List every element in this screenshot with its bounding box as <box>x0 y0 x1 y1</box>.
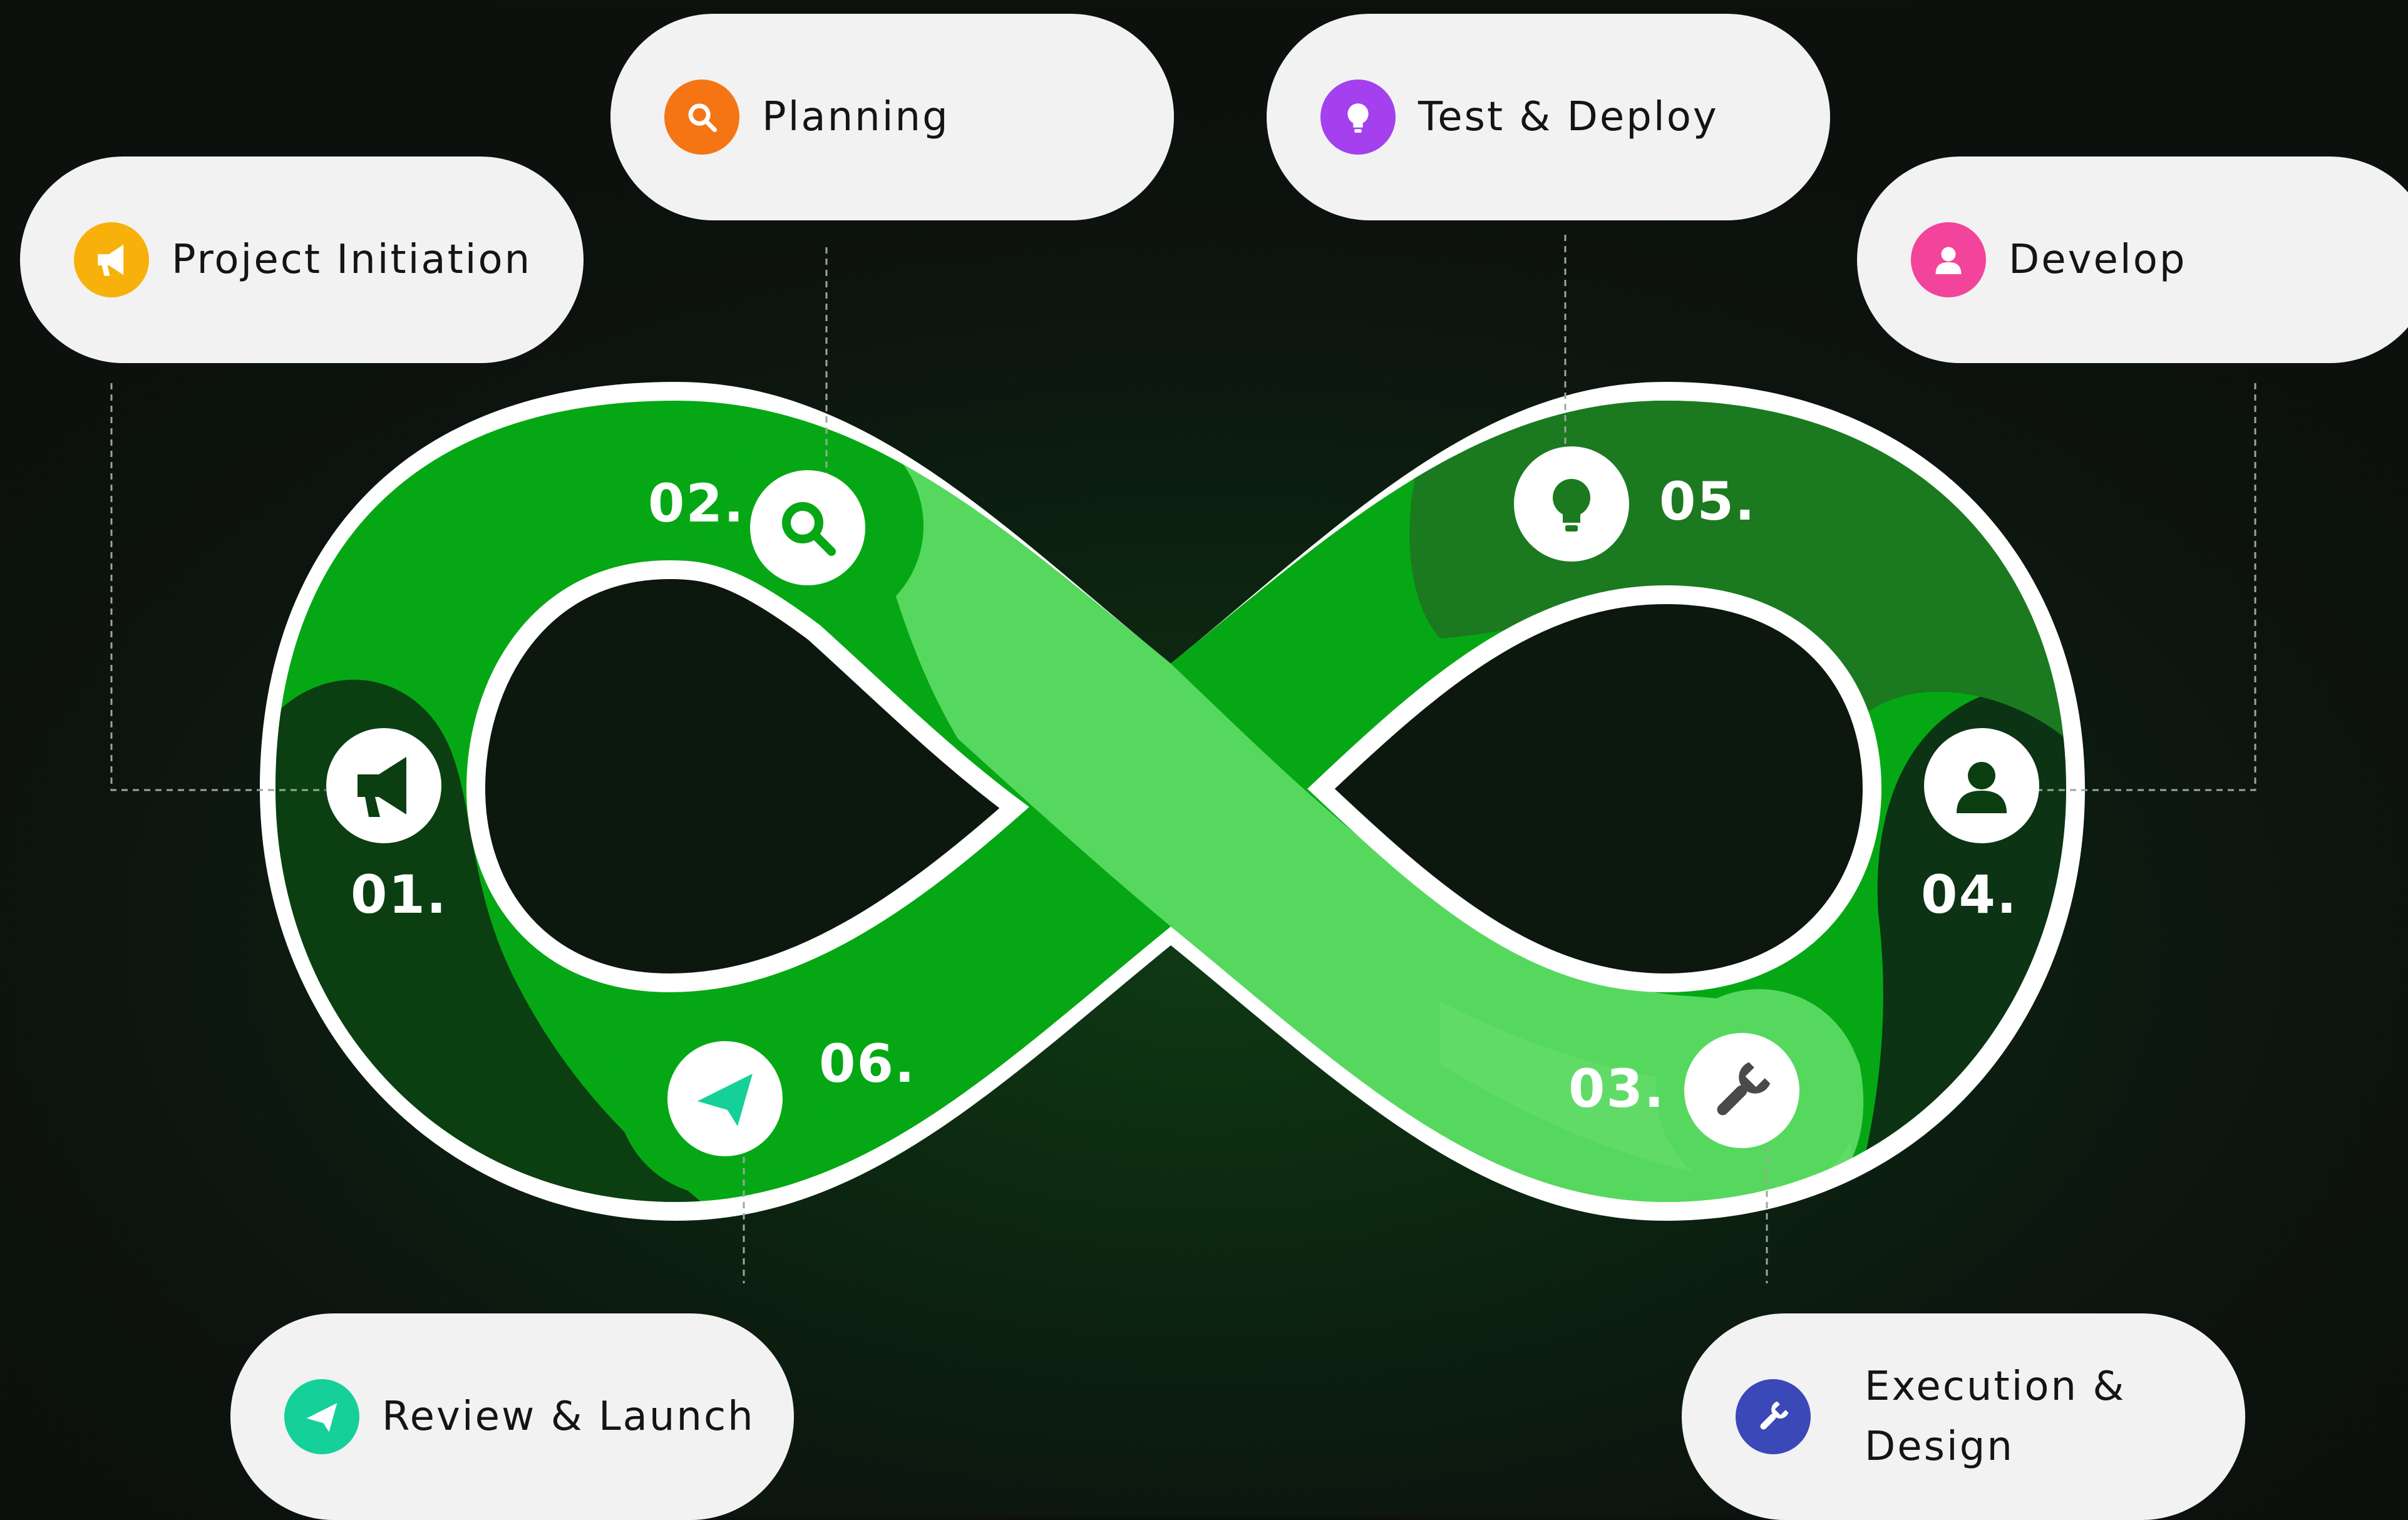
node-03 <box>1684 1033 1799 1148</box>
search-icon <box>664 80 739 155</box>
wrench-icon <box>1736 1379 1811 1454</box>
node-04 <box>1924 728 2039 843</box>
paper-plane-icon <box>284 1379 359 1454</box>
step-number-03: 03. <box>1568 1058 1665 1119</box>
node-02 <box>750 470 865 585</box>
stage-label: Execution & Design <box>1865 1363 2126 1470</box>
stage-label: Project Initiation <box>172 237 532 283</box>
stage-pill-test-deploy[interactable]: Test & Deploy <box>1267 14 1830 220</box>
stage-label: Review & Launch <box>382 1394 755 1440</box>
user-icon <box>1911 222 1986 297</box>
stage-pill-execution-design[interactable]: Execution & Design <box>1682 1313 2245 1520</box>
node-01 <box>326 728 441 843</box>
stage-label: Develop <box>2009 237 2187 283</box>
stage-pill-review-launch[interactable]: Review & Launch <box>230 1313 794 1520</box>
stage-label: Planning <box>762 94 950 140</box>
stage-pill-planning[interactable]: Planning <box>610 14 1174 220</box>
stage-pill-develop[interactable]: Develop <box>1857 157 2408 363</box>
stage-label: Test & Deploy <box>1418 94 1719 140</box>
node-05 <box>1514 446 1629 562</box>
step-number-05: 05. <box>1659 471 1756 532</box>
infinity-process-diagram: 01. 02. 03. 04. 05. 06. Project Initiati… <box>0 0 2408 1520</box>
step-number-02: 02. <box>648 473 745 534</box>
megaphone-icon <box>74 222 149 297</box>
stage-pill-project-initiation[interactable]: Project Initiation <box>20 157 584 363</box>
step-number-01: 01. <box>351 864 448 925</box>
step-number-04: 04. <box>1921 864 2018 925</box>
node-06 <box>667 1041 783 1156</box>
step-number-06: 06. <box>819 1033 916 1094</box>
lightbulb-icon <box>1320 80 1396 155</box>
